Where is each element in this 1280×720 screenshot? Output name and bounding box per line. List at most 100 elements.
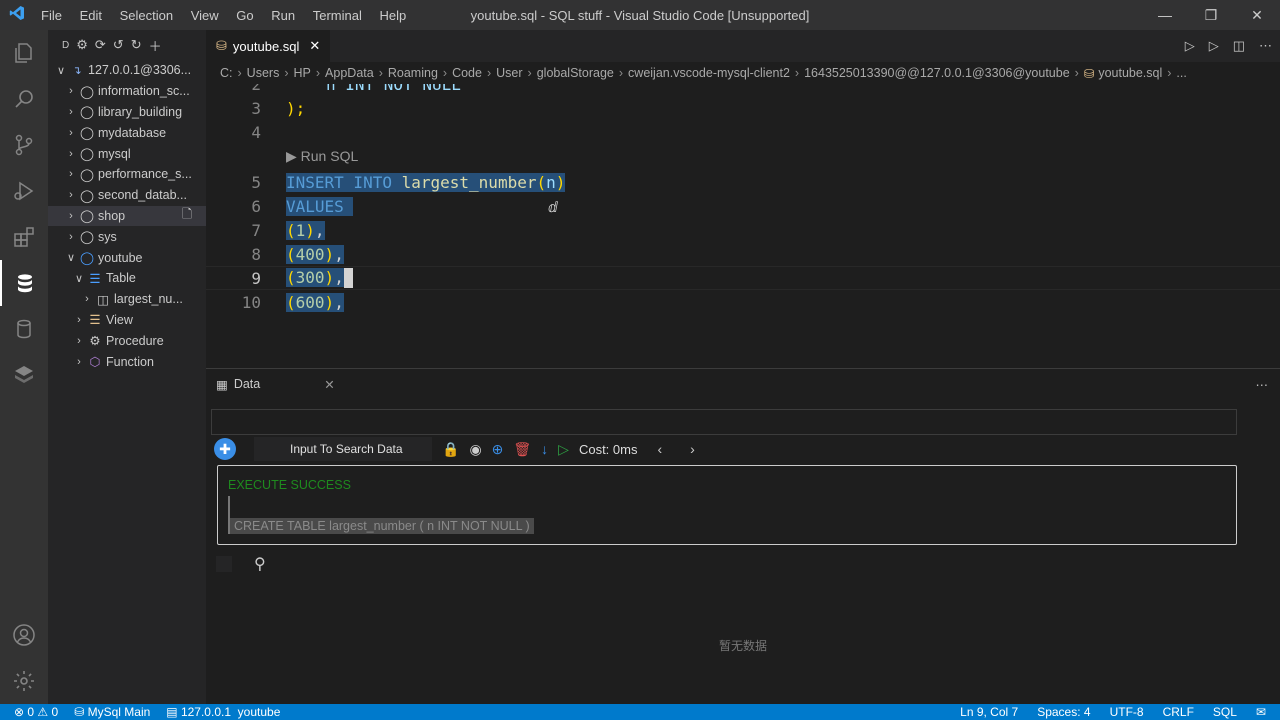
language-mode[interactable]: SQL: [1213, 705, 1237, 719]
source-control-icon[interactable]: [0, 122, 48, 168]
code-text: (1),: [286, 220, 325, 240]
encoding[interactable]: UTF-8: [1110, 705, 1144, 719]
problems-indicator[interactable]: ⊗ 0 ⚠ 0: [14, 705, 58, 719]
tree-node-function[interactable]: › ⬡ Function: [48, 351, 206, 372]
grid-icon: ▦: [216, 377, 228, 392]
db-node-mysql[interactable]: › ◯ mysql: [48, 143, 206, 164]
function-icon: ⬡: [89, 355, 101, 370]
close-tab-icon[interactable]: ✕: [309, 38, 320, 54]
breadcrumb-item[interactable]: ...: [1176, 66, 1186, 80]
breadcrumb-item[interactable]: 1643525013390@@127.0.0.1@3306@youtube: [804, 66, 1070, 80]
menu-edit[interactable]: Edit: [80, 8, 102, 23]
menu-view[interactable]: View: [191, 8, 219, 23]
select-all-checkbox[interactable]: [216, 556, 232, 572]
breadcrumb-item[interactable]: globalStorage: [537, 66, 614, 80]
run-query-icon[interactable]: ▷: [558, 441, 569, 458]
layers-icon[interactable]: [0, 352, 48, 398]
db-node-shop[interactable]: › ◯ shop 🗋: [48, 205, 206, 227]
tree-node-table-group[interactable]: ∨ ☰ Table: [48, 268, 206, 289]
db-label: sys: [98, 229, 117, 244]
line-ending[interactable]: CRLF: [1163, 705, 1194, 719]
nosql-icon[interactable]: [0, 306, 48, 352]
db-node-sys[interactable]: › ◯ sys: [48, 226, 206, 247]
active-connection-item[interactable]: ▤ 127.0.0.1 youtube: [166, 705, 280, 719]
export-icon[interactable]: ↓: [541, 441, 548, 457]
code-editor[interactable]: 2 n INT NOT NULL 3 ); 4 ▶ Run SQL 5 INSE…: [206, 84, 1280, 368]
tab-data[interactable]: ▦ Data: [216, 377, 280, 392]
tree-node-view[interactable]: › ☰ View: [48, 310, 206, 331]
github-icon[interactable]: ◉: [469, 441, 481, 458]
settings-gear-icon[interactable]: [0, 658, 48, 704]
close-window-icon[interactable]: ✕: [1234, 0, 1280, 30]
db-node-information-schema[interactable]: › ◯ information_sc...: [48, 81, 206, 102]
breadcrumb-item[interactable]: User: [496, 66, 522, 80]
run-debug-icon[interactable]: [0, 168, 48, 214]
search-icon[interactable]: ⚲: [254, 554, 266, 574]
database-icon: ◯: [80, 209, 94, 224]
more-actions-icon[interactable]: ⋯: [1256, 377, 1269, 392]
sql-file-icon: ⛁: [216, 38, 227, 53]
delete-icon[interactable]: 🗑: [513, 441, 531, 458]
db-node-mydatabase[interactable]: › ◯ mydatabase: [48, 122, 206, 143]
run-sql-codelens[interactable]: ▶ Run SQL: [286, 148, 358, 165]
chevron-right-icon: ›: [77, 313, 81, 326]
tree-node-table-largest-number[interactable]: › ◫ largest_nu...: [48, 289, 206, 310]
menu-selection[interactable]: Selection: [120, 8, 173, 23]
breadcrumb-item[interactable]: Roaming: [388, 66, 438, 80]
next-page-icon[interactable]: ›: [690, 441, 695, 457]
indentation[interactable]: Spaces: 4: [1037, 705, 1090, 719]
add-connection-icon[interactable]: ＋: [149, 36, 162, 55]
db-node-performance-schema[interactable]: › ◯ performance_s...: [48, 164, 206, 185]
db-node-library-building[interactable]: › ◯ library_building: [48, 102, 206, 123]
breadcrumb-item[interactable]: AppData: [325, 66, 374, 80]
menu-run[interactable]: Run: [271, 8, 295, 23]
menu-help[interactable]: Help: [380, 8, 407, 23]
reload-icon[interactable]: ↻: [131, 37, 142, 53]
cursor-position[interactable]: Ln 9, Col 7: [960, 705, 1018, 719]
menu-file[interactable]: File: [41, 8, 62, 23]
tree-node-procedure[interactable]: › ⚙ Procedure: [48, 330, 206, 351]
sql-query-input[interactable]: [211, 409, 1237, 435]
new-query-icon[interactable]: 🗋: [182, 206, 192, 227]
close-panel-icon[interactable]: ✕: [324, 377, 334, 392]
explorer-icon[interactable]: [0, 30, 48, 76]
prev-page-icon[interactable]: ‹: [657, 441, 662, 457]
notifications-icon[interactable]: ✉: [1256, 705, 1266, 719]
breadcrumb-item[interactable]: C:: [220, 66, 233, 80]
menu-terminal[interactable]: Terminal: [313, 8, 362, 23]
add-circle-icon[interactable]: ⊕: [492, 441, 504, 458]
table-icon: ◫: [97, 292, 109, 307]
breadcrumb-item[interactable]: youtube.sql: [1098, 66, 1162, 80]
db-node-youtube[interactable]: ∨ ◯ youtube: [48, 247, 206, 268]
accounts-icon[interactable]: [0, 612, 48, 658]
breadcrumb-item[interactable]: HP: [294, 66, 311, 80]
database-icon[interactable]: [0, 260, 48, 306]
code-number: 1: [295, 220, 306, 240]
refresh-icon[interactable]: ⟳: [95, 37, 106, 53]
breadcrumb-item[interactable]: Users: [247, 66, 280, 80]
breadcrumb-item[interactable]: cweijan.vscode-mysql-client2: [628, 66, 790, 80]
settings-icon[interactable]: ⚙: [76, 37, 88, 53]
minimize-icon[interactable]: —: [1142, 0, 1188, 30]
search-data-input[interactable]: Input To Search Data: [254, 437, 432, 461]
history-icon[interactable]: ↺: [113, 37, 124, 53]
breadcrumb-item[interactable]: Code: [452, 66, 482, 80]
db-label: information_sc...: [98, 84, 190, 99]
mysql-main-item[interactable]: ⛁ MySql Main: [74, 705, 150, 719]
run-icon[interactable]: ▷: [1185, 38, 1195, 54]
split-editor-icon[interactable]: ◫: [1233, 38, 1245, 54]
code-line-3: 3 );: [206, 96, 305, 120]
connection-type-icon[interactable]: D: [62, 40, 69, 51]
run-selected-icon[interactable]: ▷: [1209, 38, 1219, 54]
tab-youtube-sql[interactable]: ⛁ youtube.sql ✕: [206, 30, 331, 62]
connection-node[interactable]: ∨ ↴ 127.0.0.1@3306...: [48, 60, 206, 81]
extensions-icon[interactable]: [0, 214, 48, 260]
table-group-icon: ☰: [89, 271, 101, 286]
maximize-icon[interactable]: ❐: [1188, 0, 1234, 30]
add-row-button[interactable]: ✚: [214, 438, 236, 460]
lock-icon[interactable]: 🔒: [442, 441, 459, 458]
more-actions-icon[interactable]: ⋯: [1259, 38, 1272, 54]
menu-go[interactable]: Go: [236, 8, 253, 23]
db-node-second-database[interactable]: › ◯ second_datab...: [48, 185, 206, 206]
search-icon[interactable]: [0, 76, 48, 122]
